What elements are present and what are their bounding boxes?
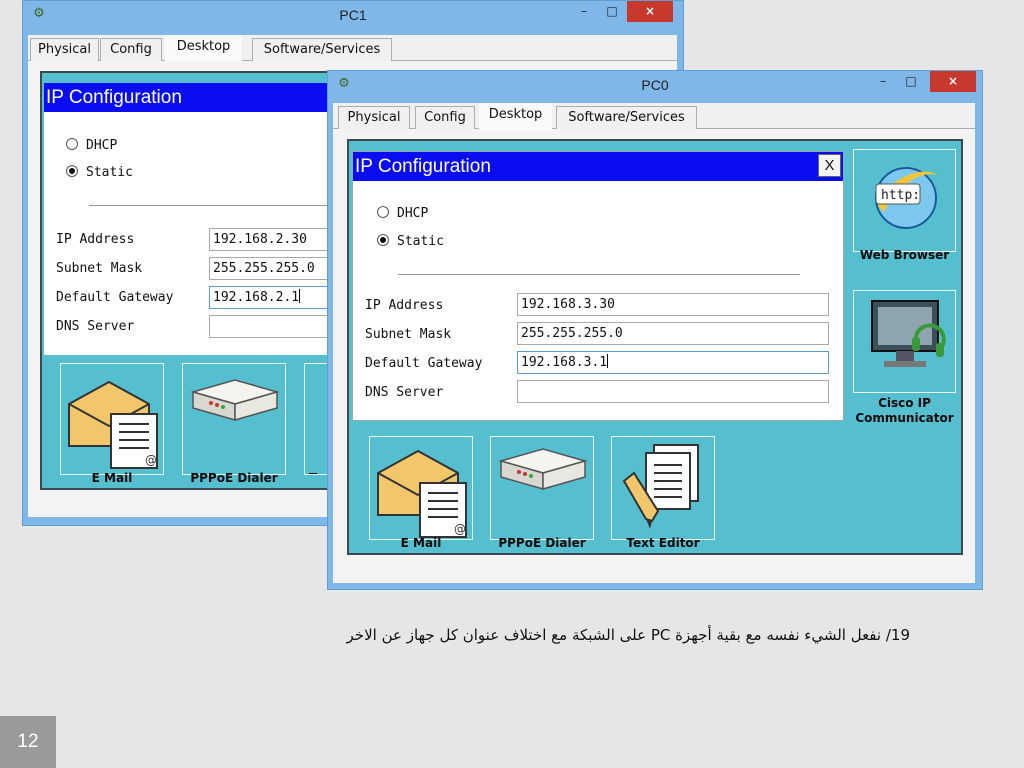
email-icon: @ [68,380,158,469]
minimize-button[interactable]: – [571,1,597,22]
divider [398,274,800,275]
app-label: Web Browser [859,248,950,262]
subnet-mask-label: Subnet Mask [56,261,143,276]
pc0-ip-config-heading: IP Configuration [353,152,843,181]
maximize-button[interactable]: □ [898,71,924,92]
svg-text:@: @ [145,453,157,467]
radio-selected-icon[interactable] [66,165,78,177]
tab-physical[interactable]: Physical [30,38,99,61]
http-text: http: [881,188,920,203]
pc1-titlebar[interactable]: ⚙ PC1 – □ × [23,1,683,30]
app-label: Cisco IP Communicator [855,396,954,425]
ip-communicator-icon [871,300,946,367]
pc0-desktop-area: http: Web Browser Cisco IP Communicator [347,139,963,555]
slide-number: 12 [0,716,56,768]
ip-config-close-button[interactable]: X [818,154,841,177]
app-web-browser[interactable]: http: Web Browser [853,149,956,262]
tab-software-services[interactable]: Software/Services [252,38,392,61]
tab-config[interactable]: Config [415,106,475,129]
static-label: Static [86,165,133,180]
app-text-editor[interactable]: Text Editor [611,436,715,550]
dns-server-field[interactable] [517,380,829,403]
pc0-dhcp-option[interactable]: DHCP [377,206,428,221]
email-icon: @ [377,449,467,538]
close-button[interactable]: × [930,71,976,92]
subnet-mask-label: Subnet Mask [365,327,452,342]
default-gateway-label: Default Gateway [56,290,174,305]
svg-text:@: @ [454,522,466,536]
dns-server-label: DNS Server [365,385,444,400]
dhcp-label: DHCP [397,206,429,221]
text-editor-icon [622,444,699,529]
pc0-client: Physical Config Desktop Software/Service… [333,103,975,583]
radio-selected-icon[interactable] [377,234,389,246]
pc0-ip-config-panel: IP Configuration X DHCP Static IP Addres… [352,151,844,421]
pc1-static-option[interactable]: Static [66,165,133,180]
gateway-value: 192.168.3.1 [521,355,608,370]
modem-icon [498,448,588,490]
app-label: E Mail [91,471,133,485]
pc1-tab-bar: Physical Config Desktop Software/Service… [28,35,677,62]
close-button[interactable]: × [627,1,673,22]
radio-icon[interactable] [377,206,389,218]
minimize-button[interactable]: – [870,71,896,92]
ip-address-label: IP Address [365,298,444,313]
text-caret [299,289,301,303]
pc0-titlebar[interactable]: ⚙ PC0 – □ × [328,71,982,100]
dns-server-label: DNS Server [56,319,135,334]
tab-desktop[interactable]: Desktop [165,35,242,62]
subnet-mask-field[interactable]: 255.255.255.0 [517,322,829,345]
app-label: PPPoE Dialer [498,536,586,550]
tab-config[interactable]: Config [100,38,162,61]
app-label: PPPoE Dialer [190,471,278,485]
app-email[interactable]: @ E Mail [369,436,473,550]
web-browser-icon: http: [875,167,938,229]
default-gateway-label: Default Gateway [365,356,483,371]
ip-address-field[interactable]: 192.168.3.30 [517,293,829,316]
maximize-button[interactable]: □ [599,1,625,22]
pc1-ip-config-panel: IP Configuration DHCP Static IP Address … [44,83,349,355]
app-label: Te [309,471,324,474]
static-label: Static [397,234,444,249]
tab-software-services[interactable]: Software/Services [556,106,697,129]
default-gateway-field[interactable]: 192.168.3.1 [517,351,829,374]
pc1-ip-config-heading: IP Configuration [44,83,344,112]
radio-icon[interactable] [66,138,78,150]
tab-desktop[interactable]: Desktop [479,103,552,130]
gateway-value: 192.168.2.1 [213,290,300,305]
app-pppoe-dialer[interactable]: PPPoE Dialer [490,436,594,550]
pc0-window: ⚙ PC0 – □ × Physical Config Desktop Soft… [327,70,983,590]
divider [89,205,349,206]
modem-icon [190,379,280,421]
app-label: Text Editor [626,536,700,550]
pc1-dhcp-option[interactable]: DHCP [66,138,117,153]
pc0-tab-bar: Physical Config Desktop Software/Service… [333,103,975,130]
tab-physical[interactable]: Physical [338,106,410,129]
text-caret [607,354,609,368]
app-label: E Mail [400,536,442,550]
app-pppoe-dialer[interactable]: PPPoE Dialer [182,363,286,485]
dhcp-label: DHCP [86,138,118,153]
app-cisco-ip-communicator[interactable]: Cisco IP Communicator [853,290,956,425]
slide-caption: 19/ نفعل الشيء نفسه مع بقية أجهزة PC على… [346,626,910,644]
app-email[interactable]: @ E Mail [60,363,164,485]
pc0-static-option[interactable]: Static [377,234,444,249]
ip-address-label: IP Address [56,232,135,247]
